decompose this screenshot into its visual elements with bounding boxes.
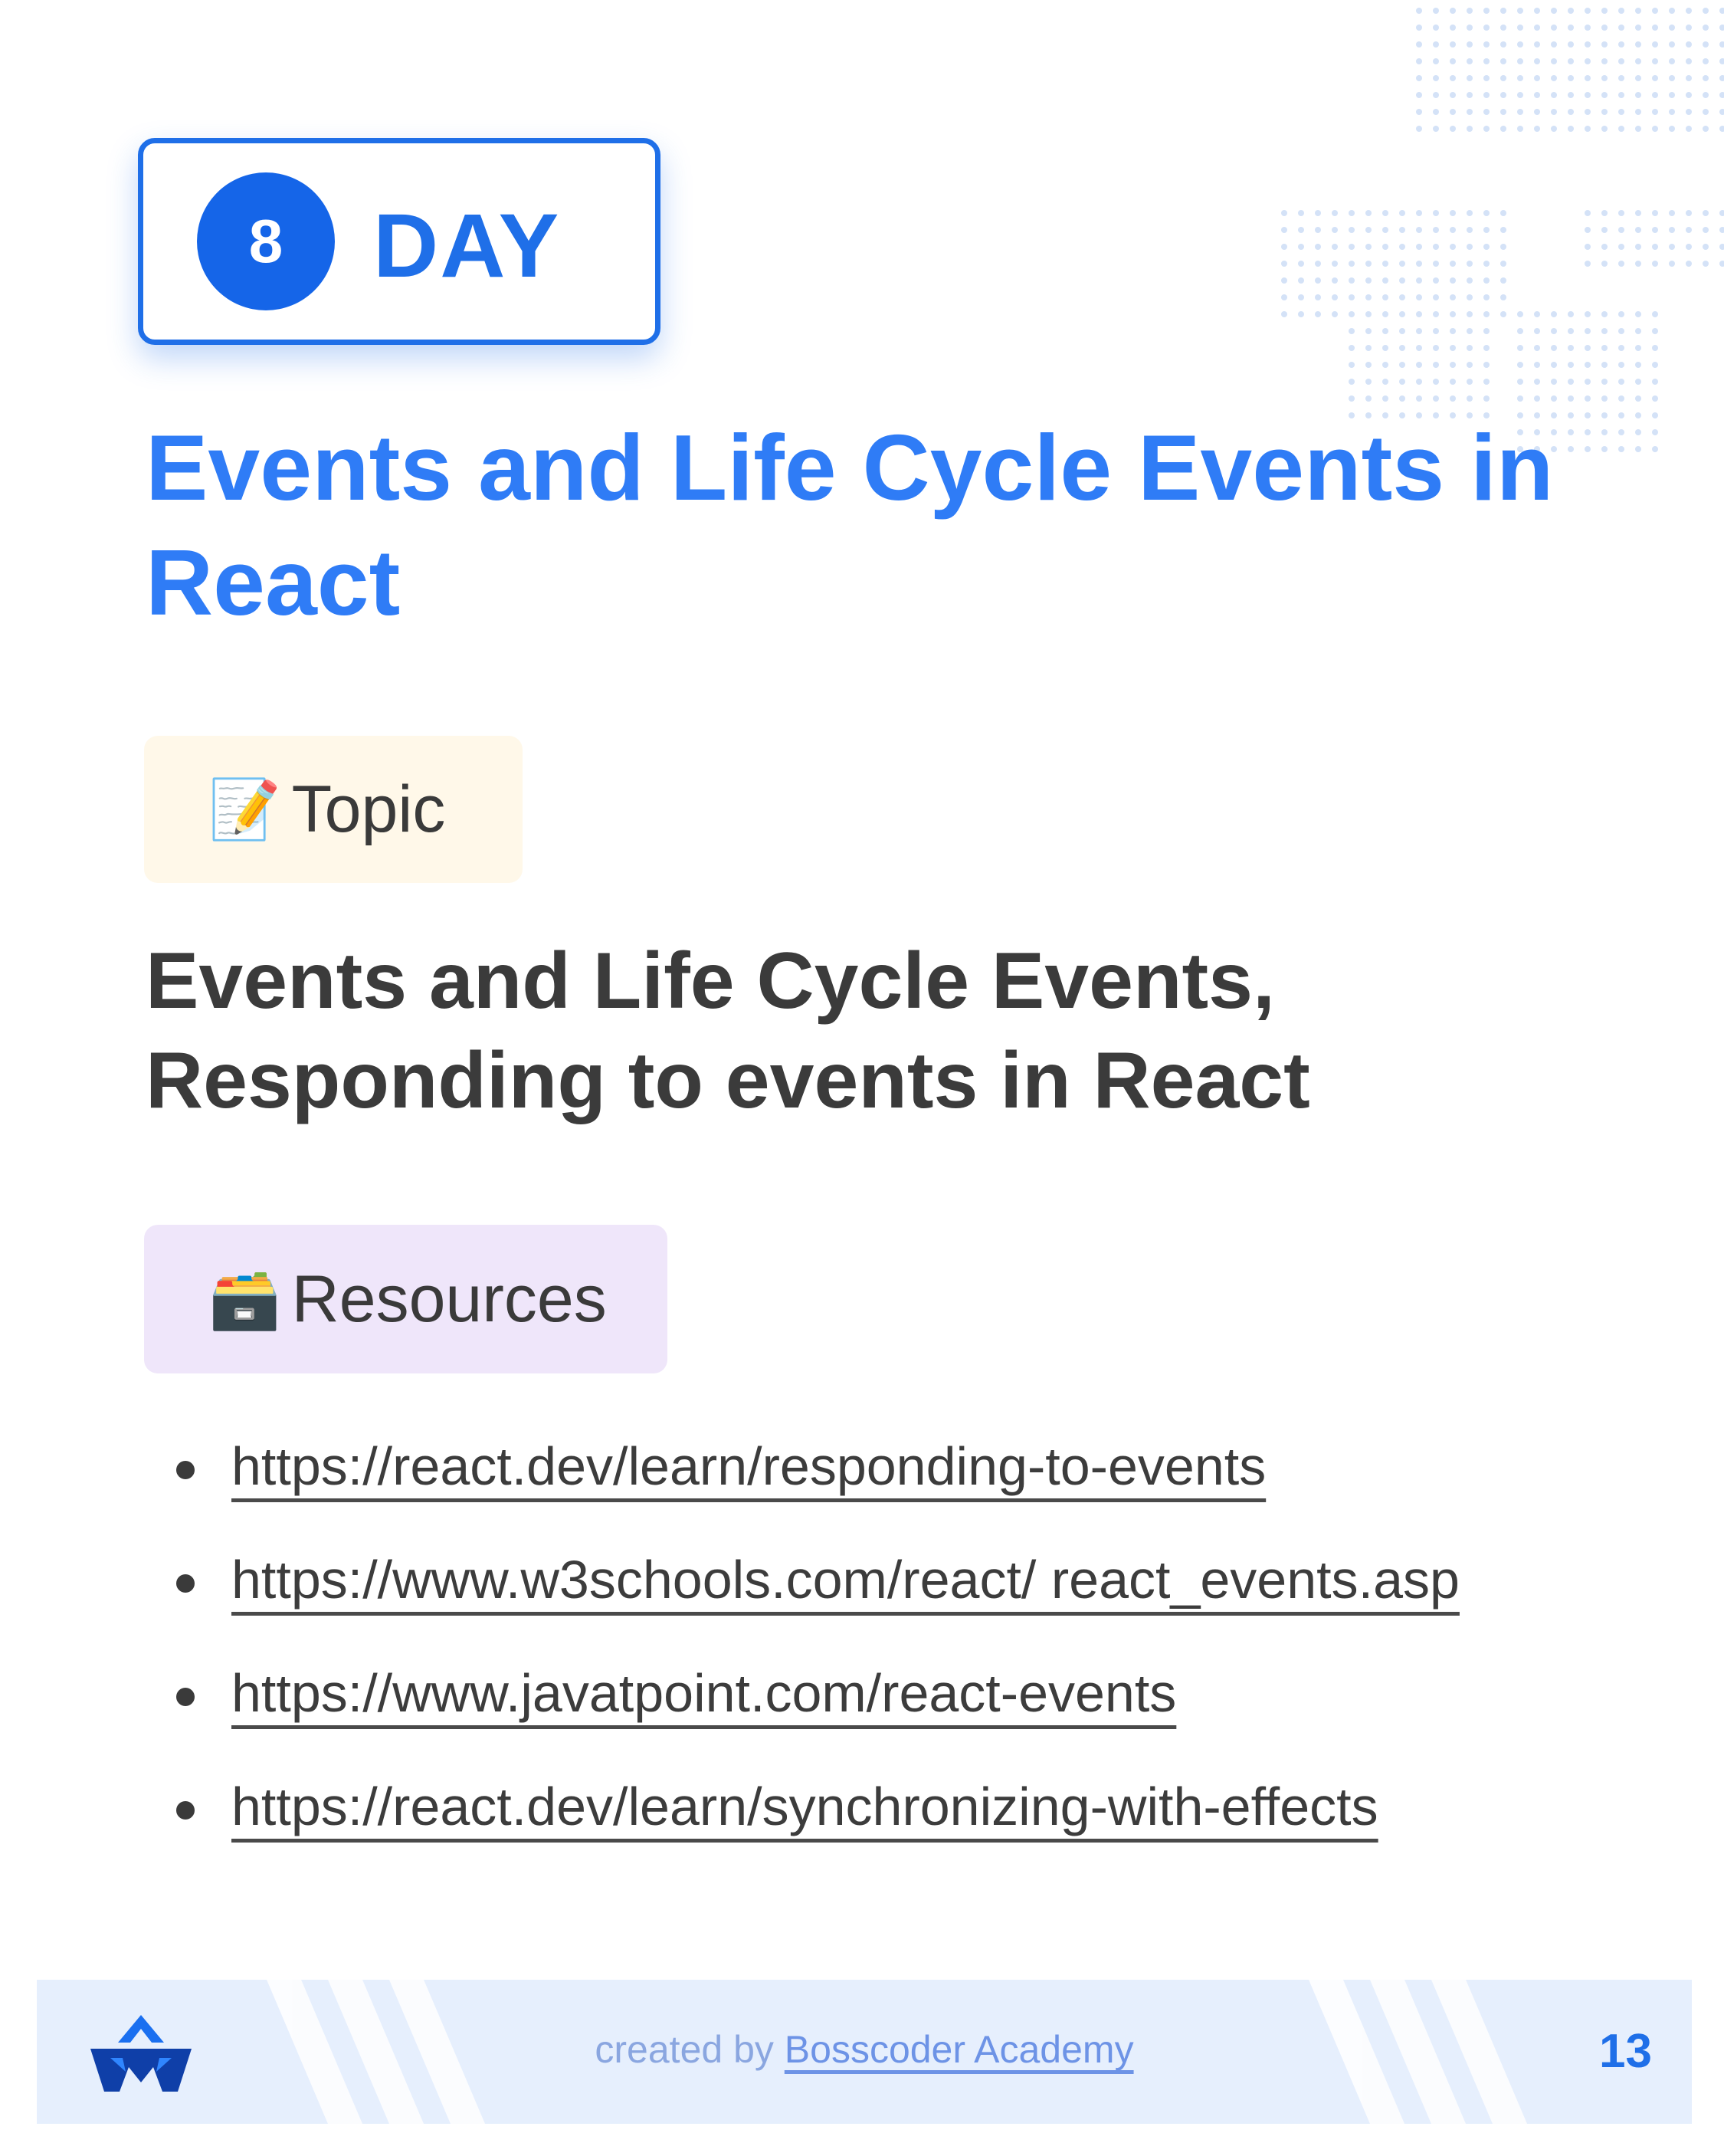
- resource-links-list: https://react.dev/learn/responding-to-ev…: [146, 1426, 1601, 1879]
- resource-link-javatpoint[interactable]: https://www.javatpoint.com/react-events: [231, 1663, 1176, 1723]
- list-item: https://www.javatpoint.com/react-events: [146, 1652, 1601, 1734]
- list-item: https://react.dev/learn/responding-to-ev…: [146, 1426, 1601, 1507]
- day-label: DAY: [373, 195, 561, 297]
- topic-pill-label: Topic: [291, 772, 446, 846]
- memo-icon: 📝: [208, 775, 281, 843]
- resources-pill: 🗃️ Resources: [144, 1225, 667, 1373]
- topic-pill: 📝 Topic: [144, 736, 523, 883]
- topic-description: Events and Life Cycle Events, Responding…: [146, 937, 1310, 1125]
- credit-prefix: created by: [595, 2028, 785, 2071]
- day-number: 8: [197, 172, 335, 310]
- day-badge: 8 DAY: [138, 138, 660, 345]
- footer-bar: created by Bosscoder Academy 13: [37, 1980, 1692, 2124]
- resource-link-w3schools[interactable]: https://www.w3schools.com/react/ react_e…: [231, 1550, 1460, 1610]
- bullet-icon: [176, 1461, 195, 1479]
- bullet-icon: [176, 1574, 195, 1593]
- brand-link[interactable]: Bosscoder Academy: [785, 2028, 1134, 2071]
- resources-pill-label: Resources: [291, 1262, 607, 1336]
- resource-link-react-effects[interactable]: https://react.dev/learn/synchronizing-wi…: [231, 1777, 1378, 1836]
- list-item: https://www.w3schools.com/react/ react_e…: [146, 1539, 1601, 1620]
- card-file-box-icon: 🗃️: [208, 1265, 281, 1333]
- bullet-icon: [176, 1688, 195, 1706]
- page-title: Events and Life Cycle Events in React: [146, 415, 1554, 635]
- page-number: 13: [1599, 2025, 1652, 2078]
- resource-link-react-events[interactable]: https://react.dev/learn/responding-to-ev…: [231, 1436, 1266, 1496]
- bullet-icon: [176, 1801, 195, 1820]
- list-item: https://react.dev/learn/synchronizing-wi…: [146, 1766, 1601, 1847]
- footer-credit: created by Bosscoder Academy: [37, 2027, 1692, 2072]
